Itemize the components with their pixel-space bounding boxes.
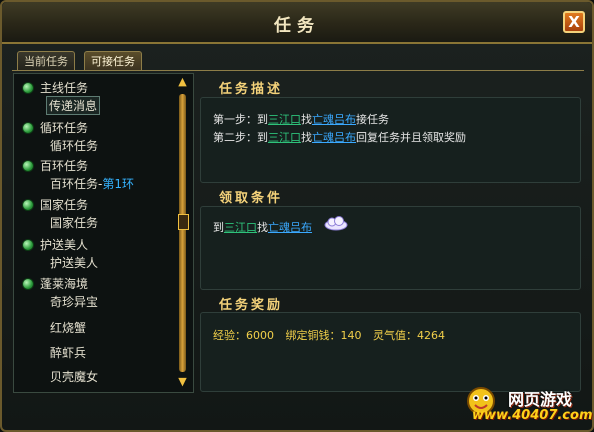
close-button[interactable]: X (563, 11, 585, 33)
category-orb-icon (22, 160, 34, 172)
cloud-icon[interactable] (323, 215, 349, 231)
site-watermark: 网页游戏 www.40407.com (466, 384, 593, 428)
step-text: 第一步：到 (213, 113, 268, 126)
step-text: 第二步：到 (213, 131, 268, 144)
quest-list-scrollbar[interactable]: ▲ ▼ (177, 76, 189, 388)
watermark-title: 网页游戏 (508, 390, 573, 409)
scroll-up-icon[interactable]: ▲ (177, 76, 188, 88)
condition-part: 找 (257, 221, 268, 234)
window-title: 任务 (274, 16, 320, 36)
step-text: 回复任务并且领取奖励 (356, 131, 466, 144)
category-hundred-ring[interactable]: 百环任务 (40, 157, 88, 174)
quest-item[interactable]: 红烧蟹 (50, 319, 86, 336)
scroll-thumb[interactable] (178, 214, 189, 230)
step-one-text: 第一步：到三江口找亡魂吕布接任务 (213, 111, 389, 127)
category-orb-icon (22, 199, 34, 211)
place-link[interactable]: 三江口 (268, 131, 301, 144)
rewards-panel (200, 312, 581, 392)
npc-link[interactable]: 亡魂吕布 (312, 113, 356, 126)
quest-item[interactable]: 百环任务-第1环 (50, 175, 134, 192)
reward-line: 经验：6000 绑定铜钱：140 灵气值：4264 (213, 327, 445, 343)
place-link[interactable]: 三江口 (224, 221, 257, 234)
spirit-value: 4264 (417, 329, 445, 342)
description-heading: 任务描述 (219, 82, 284, 97)
quest-item[interactable]: 国家任务 (50, 214, 98, 231)
scroll-down-icon[interactable]: ▼ (177, 376, 188, 388)
watermark-url: www.40407.com (472, 408, 593, 423)
exp-label: 经验： (213, 329, 246, 342)
category-orb-icon (22, 122, 34, 134)
quest-item[interactable]: 醉虾兵 (50, 344, 86, 361)
ring-count: 第1环 (102, 177, 134, 191)
quest-window: 任务 X 当前任务 可接任务 主线任务 传递消息 循环任务 循环任务 百环任务 … (0, 0, 594, 432)
step-text: 找 (301, 113, 312, 126)
exp-value: 6000 (246, 329, 274, 342)
step-text: 找 (301, 131, 312, 144)
conditions-heading: 领取条件 (219, 191, 284, 206)
quest-item-selected[interactable]: 传递消息 (46, 96, 101, 115)
category-penglai[interactable]: 蓬莱海境 (40, 275, 88, 292)
category-orb-icon (22, 239, 34, 251)
scroll-track[interactable] (179, 94, 186, 372)
spirit-label: 灵气值： (373, 329, 417, 342)
place-link[interactable]: 三江口 (268, 113, 301, 126)
npc-link[interactable]: 亡魂吕布 (268, 221, 312, 234)
tab-current-quests[interactable]: 当前任务 (17, 51, 75, 71)
step-two-text: 第二步：到三江口找亡魂吕布回复任务并且领取奖励 (213, 129, 466, 145)
quest-item[interactable]: 奇珍异宝 (50, 293, 98, 310)
tab-divider (12, 70, 584, 71)
coin-value: 140 (340, 329, 362, 342)
quest-item[interactable]: 循环任务 (50, 137, 98, 154)
tab-available-quests[interactable]: 可接任务 (84, 51, 142, 71)
category-orb-icon (22, 82, 34, 94)
step-text: 接任务 (356, 113, 389, 126)
category-escort[interactable]: 护送美人 (40, 236, 88, 253)
quest-item[interactable]: 护送美人 (50, 254, 98, 271)
coin-label: 绑定铜钱： (285, 329, 341, 342)
category-main[interactable]: 主线任务 (40, 79, 88, 96)
category-orb-icon (22, 278, 34, 290)
title-bar[interactable]: 任务 X (2, 2, 592, 44)
npc-link[interactable]: 亡魂吕布 (312, 131, 356, 144)
category-country[interactable]: 国家任务 (40, 196, 88, 213)
condition-part: 到 (213, 221, 224, 234)
condition-text: 到三江口找亡魂吕布 (213, 219, 312, 235)
rewards-heading: 任务奖励 (219, 298, 284, 313)
quest-list[interactable]: 主线任务 传递消息 循环任务 循环任务 百环任务 百环任务-第1环 国家任务 国… (13, 73, 194, 393)
quest-item-label: 百环任务- (50, 177, 103, 191)
quest-item[interactable]: 贝壳魔女 (50, 368, 98, 385)
category-loop[interactable]: 循环任务 (40, 119, 88, 136)
